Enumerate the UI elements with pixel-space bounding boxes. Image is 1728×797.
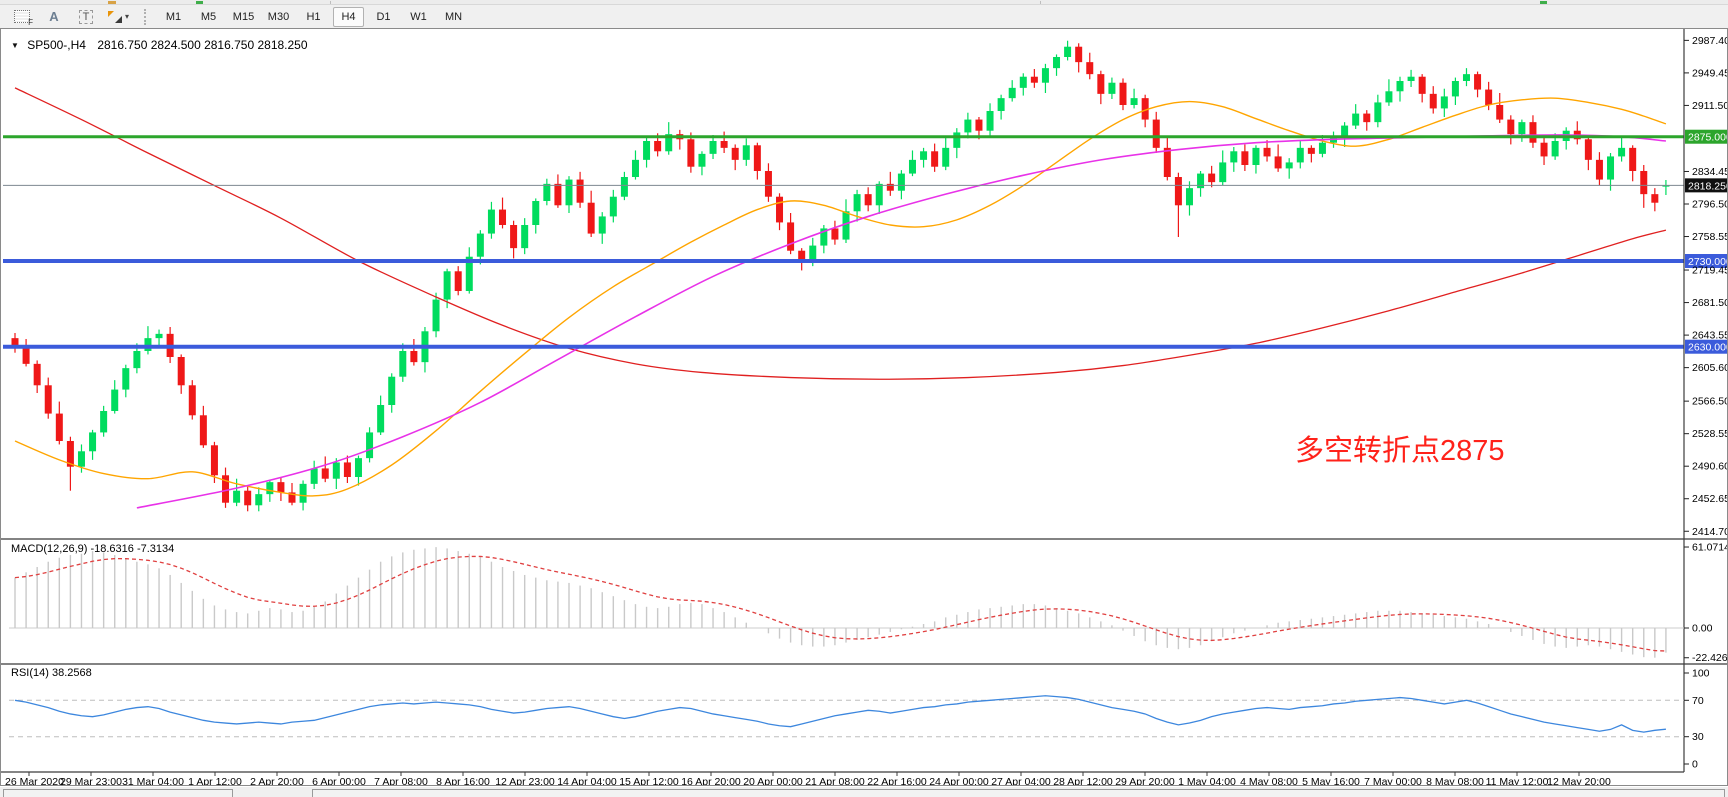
- toolbar-drag-handle[interactable]: [144, 9, 150, 25]
- chart-toolbar: F A T ▾ M1M5M15M30H1H4D1W1MN: [0, 5, 1728, 28]
- svg-text:7 May 00:00: 7 May 00:00: [1364, 776, 1422, 785]
- shapes-tool-button[interactable]: ▾: [104, 7, 132, 27]
- svg-text:12 Apr 23:00: 12 Apr 23:00: [495, 776, 555, 785]
- svg-text:2987.400: 2987.400: [1692, 35, 1727, 47]
- status-bar: [0, 786, 1728, 797]
- ma-slow-red-line: [15, 88, 1666, 379]
- chart-window[interactable]: ▼ SP500-,H4 2816.750 2824.500 2816.750 2…: [0, 28, 1728, 786]
- toolbar-fragment: [196, 1, 203, 4]
- svg-text:31 Mar 04:00: 31 Mar 04:00: [122, 776, 184, 785]
- symbol-dropdown-icon[interactable]: ▼: [11, 41, 19, 50]
- price-annotation-text: 多空转折点2875: [1295, 427, 1505, 469]
- chart-plot-area[interactable]: 2875.0002818.2502730.0002630.0002987.400…: [1, 29, 1727, 785]
- timeframe-button-m15[interactable]: M15: [228, 7, 259, 27]
- svg-text:16 Apr 20:00: 16 Apr 20:00: [681, 776, 741, 785]
- svg-text:6 Apr 00:00: 6 Apr 00:00: [312, 776, 366, 785]
- svg-text:8 Apr 16:00: 8 Apr 16:00: [436, 776, 490, 785]
- time-axis-labels[interactable]: 26 Mar 202029 Mar 23:0031 Mar 04:00 1 Apr…: [5, 772, 1611, 785]
- svg-text:28 Apr 12:00: 28 Apr 12:00: [1053, 776, 1113, 785]
- rsi-indicator-label: RSI(14) 38.2568: [11, 667, 92, 679]
- svg-text:2719.450: 2719.450: [1692, 265, 1727, 277]
- svg-text:2758.550: 2758.550: [1692, 231, 1727, 243]
- svg-text:2949.450: 2949.450: [1692, 67, 1727, 79]
- svg-text:2643.550: 2643.550: [1692, 330, 1727, 342]
- svg-text:2834.450: 2834.450: [1692, 166, 1727, 178]
- toolbar-fragment: [108, 1, 116, 4]
- timeframe-button-h1[interactable]: H1: [298, 7, 329, 27]
- svg-text:2414.700: 2414.700: [1692, 526, 1727, 538]
- timeframe-button-m5[interactable]: M5: [193, 7, 224, 27]
- price-axis-labels: 2987.400 2949.450 2911.500 2834.450 2796.500…: [1684, 35, 1727, 538]
- grid-profile-tool-button[interactable]: F: [8, 7, 36, 27]
- chart-ohlc-values: 2816.750 2824.500 2816.750 2818.250: [97, 38, 307, 52]
- svg-text:2 Apr 20:00: 2 Apr 20:00: [250, 776, 304, 785]
- rsi-axis-label: 100: [1692, 668, 1710, 680]
- timeframe-group: M1M5M15M30H1H4D1W1MN: [156, 7, 471, 27]
- svg-text:24 Apr 00:00: 24 Apr 00:00: [929, 776, 989, 785]
- rsi-line: [15, 696, 1666, 732]
- rsi-axis-label: 0: [1692, 759, 1698, 771]
- svg-text:14 Apr 04:00: 14 Apr 04:00: [557, 776, 617, 785]
- svg-text:2681.500: 2681.500: [1692, 297, 1727, 309]
- price-tag-label: 2875.000: [1688, 132, 1727, 144]
- svg-text:2528.550: 2528.550: [1692, 428, 1727, 440]
- svg-text:2490.600: 2490.600: [1692, 461, 1727, 473]
- shapes-icon: [107, 10, 123, 24]
- svg-text:2452.650: 2452.650: [1692, 493, 1727, 505]
- svg-text:29 Apr 20:00: 29 Apr 20:00: [1115, 776, 1175, 785]
- svg-text:2566.500: 2566.500: [1692, 396, 1727, 408]
- letter-a-icon: A: [49, 9, 58, 24]
- svg-text:29 Mar 23:00: 29 Mar 23:00: [60, 776, 122, 785]
- timeframe-button-h4[interactable]: H4: [333, 7, 364, 27]
- svg-text:27 Apr 04:00: 27 Apr 04:00: [991, 776, 1051, 785]
- svg-text:5 May 16:00: 5 May 16:00: [1302, 776, 1360, 785]
- svg-text:2605.600: 2605.600: [1692, 362, 1727, 374]
- svg-text:1 Apr 12:00: 1 Apr 12:00: [188, 776, 242, 785]
- svg-text:2796.500: 2796.500: [1692, 199, 1727, 211]
- svg-text:8 May 08:00: 8 May 08:00: [1426, 776, 1484, 785]
- svg-text:11 May 12:00: 11 May 12:00: [1486, 776, 1549, 785]
- svg-text:26 Mar 2020: 26 Mar 2020: [5, 776, 64, 785]
- svg-text:22 Apr 16:00: 22 Apr 16:00: [867, 776, 927, 785]
- svg-text:20 Apr 00:00: 20 Apr 00:00: [743, 776, 803, 785]
- timeframe-button-d1[interactable]: D1: [368, 7, 399, 27]
- chart-title: ▼ SP500-,H4 2816.750 2824.500 2816.750 2…: [11, 38, 308, 52]
- timeframe-button-m30[interactable]: M30: [263, 7, 294, 27]
- rsi-axis-label: 30: [1692, 731, 1704, 743]
- timeframe-button-m1[interactable]: M1: [158, 7, 189, 27]
- svg-text:7 Apr 08:00: 7 Apr 08:00: [374, 776, 428, 785]
- timeframe-button-w1[interactable]: W1: [403, 7, 434, 27]
- toolbar-fragment: [1540, 1, 1547, 4]
- macd-axis-label: 61.0714: [1692, 542, 1727, 554]
- rsi-axis-label: 70: [1692, 695, 1704, 707]
- svg-text:15 Apr 12:00: 15 Apr 12:00: [619, 776, 679, 785]
- macd-indicator-label: MACD(12,26,9) -18.6316 -7.3134: [11, 543, 174, 555]
- arrow-tool-button[interactable]: A: [40, 7, 68, 27]
- chart-symbol-timeframe: SP500-,H4: [27, 38, 86, 52]
- macd-axis-label: 0.00: [1692, 623, 1713, 635]
- macd-histogram: [15, 547, 1666, 658]
- chevron-down-icon[interactable]: ▾: [125, 12, 129, 21]
- svg-text:2911.500: 2911.500: [1692, 100, 1727, 112]
- timeframe-button-mn[interactable]: MN: [438, 7, 469, 27]
- svg-text:4 May 08:00: 4 May 08:00: [1240, 776, 1298, 785]
- grid-f-icon: F: [14, 10, 30, 23]
- text-label-tool-button[interactable]: T: [72, 7, 100, 27]
- toolbar-divider: [330, 1, 331, 4]
- price-tag-label: 2818.250: [1688, 180, 1727, 192]
- macd-signal-line: [15, 556, 1666, 651]
- svg-text:1 May 04:00: 1 May 04:00: [1178, 776, 1236, 785]
- svg-text:21 Apr 08:00: 21 Apr 08:00: [805, 776, 865, 785]
- price-tag-label: 2630.000: [1688, 342, 1727, 354]
- svg-text:12 May 20:00: 12 May 20:00: [1547, 776, 1611, 785]
- macd-axis-label: -22.4269: [1692, 652, 1727, 664]
- text-tool-icon: T: [79, 10, 94, 24]
- toolbar-divider: [1040, 1, 1041, 4]
